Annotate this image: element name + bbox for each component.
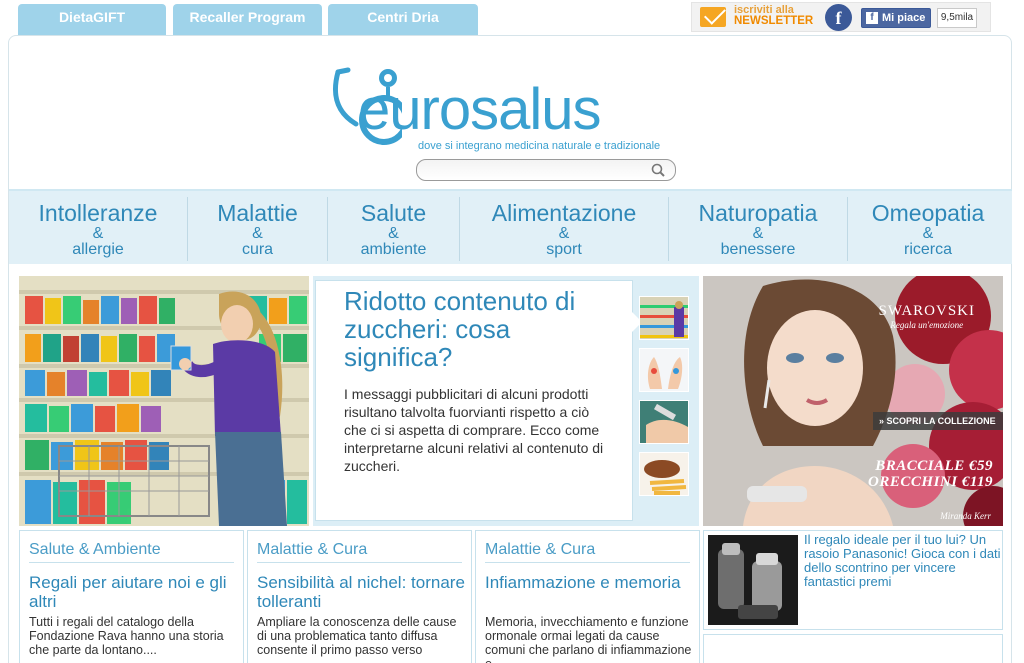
ad-prices: BRACCIALE €59 ORECCHINI €119 <box>868 458 993 490</box>
card-summary: Memoria, invecchiamento e funzione ormon… <box>485 615 692 663</box>
card-title[interactable]: Sensibilità al nichel: tornare tollerant… <box>257 573 467 611</box>
promo-box[interactable]: Il regalo ideale per il tuo lui? Un raso… <box>703 530 1003 630</box>
facebook-icon[interactable]: f <box>825 4 852 31</box>
feature-article[interactable]: Ridotto contenuto di zuccheri: cosa sign… <box>315 280 633 521</box>
card-divider <box>485 562 690 563</box>
thumbnail-image <box>640 453 688 495</box>
nav-sub-label: ricerca <box>903 241 952 258</box>
nav-amp: & <box>388 225 399 242</box>
nav-main-label: Malattie <box>217 200 298 226</box>
newsletter-line2: NEWSLETTER <box>734 15 814 27</box>
tab-centri-dria[interactable]: Centri Dria <box>328 4 478 36</box>
nav-sub-label: ambiente <box>360 241 427 258</box>
search-input[interactable] <box>416 159 676 181</box>
nav-amp: & <box>922 225 934 242</box>
card-section[interactable]: Salute & Ambiente <box>29 541 161 559</box>
card-title[interactable]: Regali per aiutare noi e gli altri <box>29 573 239 611</box>
nav-amp: & <box>558 225 570 242</box>
nav-main-label: Intolleranze <box>38 200 158 226</box>
nav-naturopatia-benessere[interactable]: Naturopatia & benessere <box>669 191 847 264</box>
nav-amp: & <box>92 225 104 242</box>
thumbnail-injection[interactable] <box>639 400 689 444</box>
nav-amp: & <box>752 225 764 242</box>
thumbnail-food[interactable] <box>639 452 689 496</box>
feature-title[interactable]: Ridotto contenuto di zuccheri: cosa sign… <box>344 287 624 371</box>
bottom-box <box>703 634 1003 663</box>
ad-price-bracelet: BRACCIALE €59 <box>875 458 993 474</box>
social-bar: iscriviti alla NEWSLETTER f f Mi piace 9… <box>691 2 991 32</box>
nav-sub-label: cura <box>241 241 274 258</box>
nav-main-label: Naturopatia <box>698 200 818 226</box>
card-divider <box>257 562 462 563</box>
site-logo[interactable]: eurosalus dove si integrano medicina nat… <box>320 62 690 162</box>
nav-salute-ambiente[interactable]: Salute & ambiente <box>328 191 459 264</box>
article-card[interactable]: Malattie & Cura Sensibilità al nichel: t… <box>247 530 472 663</box>
article-card[interactable]: Malattie & Cura Infiammazione e memoria … <box>475 530 700 663</box>
ad-brand: SWAROVSKI Regala un'emozione <box>878 304 975 332</box>
tab-recaller-program[interactable]: Recaller Program <box>173 4 322 36</box>
nav-malattie-cura[interactable]: Malattie & cura <box>188 191 327 264</box>
logo-tagline: dove si integrano medicina naturale e tr… <box>418 140 661 152</box>
nav-amp: & <box>252 225 263 242</box>
article-card[interactable]: Salute & Ambiente Regali per aiutare noi… <box>19 530 244 663</box>
card-summary: Tutti i regali del catalogo della Fondaz… <box>29 615 224 657</box>
tab-dietagift[interactable]: DietaGIFT <box>18 4 166 36</box>
nav-intolleranze-allergie[interactable]: Intolleranze & allergie <box>9 191 187 264</box>
facebook-like-count: 9,5mila <box>937 8 977 28</box>
nav-main-label: Omeopatia <box>871 200 985 226</box>
card-summary: Ampliare la conoscenza delle cause di un… <box>257 615 457 657</box>
ad-brand-tagline: Regala un'emozione <box>890 320 964 330</box>
thumbnail-image <box>640 349 688 391</box>
thumbnail-hands[interactable] <box>639 348 689 392</box>
thumbnail-image <box>640 297 688 339</box>
nav-alimentazione-sport[interactable]: Alimentazione & sport <box>460 191 668 264</box>
nav-main-label: Alimentazione <box>491 200 637 226</box>
newsletter-link[interactable]: iscriviti alla NEWSLETTER <box>734 5 813 27</box>
envelope-icon[interactable] <box>700 7 726 27</box>
supermarket-illustration <box>19 276 309 526</box>
facebook-like-label: Mi piace <box>882 12 926 24</box>
razor-illustration <box>708 535 798 625</box>
thumbnail-supermarket[interactable] <box>639 296 689 340</box>
card-divider <box>29 562 234 563</box>
thumbnail-image <box>640 401 688 443</box>
promo-text[interactable]: Il regalo ideale per il tuo lui? Un raso… <box>804 533 1004 589</box>
nav-main-label: Salute <box>360 200 427 226</box>
facebook-like-icon: f <box>866 12 878 24</box>
feature-image[interactable] <box>19 276 309 526</box>
card-section[interactable]: Malattie & Cura <box>257 541 367 559</box>
swarovski-ad-banner[interactable]: SWAROVSKI Regala un'emozione » SCOPRI LA… <box>703 276 1003 526</box>
feature-summary: I messaggi pubblicitari di alcuni prodot… <box>344 386 604 474</box>
ad-collection-button[interactable]: » SCOPRI LA COLLEZIONE <box>873 412 1003 430</box>
logo-wordmark: eurosalus <box>358 77 601 142</box>
ad-price-earrings: ORECCHINI €119 <box>868 474 993 490</box>
feature-panel: Ridotto contenuto di zuccheri: cosa sign… <box>313 276 699 526</box>
ad-signature: Miranda Kerr <box>940 511 991 521</box>
nav-sub-label: benessere <box>720 241 796 258</box>
magnifier-icon[interactable] <box>651 163 665 177</box>
card-title[interactable]: Infiammazione e memoria <box>485 573 695 592</box>
ad-brand-name: SWAROVSKI <box>878 303 975 319</box>
nav-omeopatia-ricerca[interactable]: Omeopatia & ricerca <box>848 191 1008 264</box>
nav-sub-label: sport <box>546 241 582 258</box>
category-nav: Intolleranze & allergie Malattie & cura … <box>9 189 1012 264</box>
card-section[interactable]: Malattie & Cura <box>485 541 595 559</box>
facebook-like-button[interactable]: f Mi piace <box>861 8 931 28</box>
razor-image[interactable] <box>708 535 798 625</box>
nav-sub-label: allergie <box>72 241 124 258</box>
